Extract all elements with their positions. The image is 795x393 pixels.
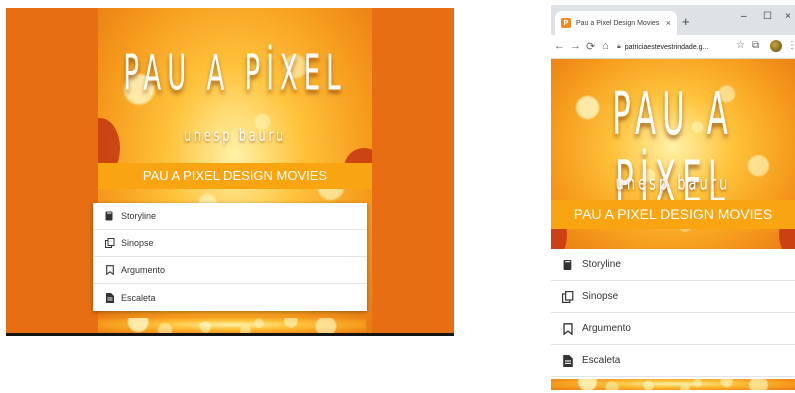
- title-banner: PAU A PIXEL DESIGN MOVIES: [551, 200, 795, 229]
- book-icon: [562, 259, 574, 271]
- tab-close-icon[interactable]: ×: [666, 18, 671, 28]
- maximize-icon[interactable]: ☐: [763, 11, 772, 22]
- poster-bottom-peek: [551, 379, 795, 390]
- book-icon: [104, 211, 115, 222]
- poster-bottom-peek: [98, 318, 366, 333]
- poster-title: PAU A PİXEL: [612, 81, 734, 218]
- menu-item-argumento[interactable]: Argumento: [551, 313, 795, 345]
- tab-title: Pau a Pixel Design Movies: [576, 19, 660, 27]
- address-bar: ← → ⟳ ⌂ 🔒︎ patriciaestevestrindade.g... …: [551, 35, 795, 59]
- favicon-icon: P: [561, 18, 571, 28]
- minimize-icon[interactable]: –: [741, 11, 747, 22]
- menu-item-storyline[interactable]: Storyline: [551, 249, 795, 281]
- left-menu: Storyline Sinopse Argumento Escaleta: [93, 203, 367, 311]
- bookmark-icon: [562, 322, 574, 335]
- home-icon[interactable]: ⌂: [602, 40, 609, 52]
- poster-background: PAU A PİXEL unesp bauru PAU A PIXEL DESI…: [551, 59, 795, 253]
- menu-item-label: Argumento: [121, 265, 166, 275]
- menu-item-label: Argumento: [582, 323, 631, 334]
- more-menu-icon[interactable]: ⋮: [787, 40, 795, 51]
- url-text: patriciaestevestrindade.g...: [624, 43, 709, 51]
- menu-item-escaleta[interactable]: Escaleta: [551, 345, 795, 377]
- poster-subtitle: unesp bauru: [615, 173, 731, 196]
- file-text-icon: [104, 292, 115, 303]
- copy-icon: [104, 238, 115, 249]
- menu-item-sinopse[interactable]: Sinopse: [93, 230, 367, 257]
- menu-item-label: Sinopse: [582, 291, 619, 302]
- back-icon[interactable]: ←: [554, 40, 565, 52]
- close-window-icon[interactable]: ×: [785, 11, 791, 22]
- file-text-icon: [562, 354, 574, 367]
- menu-item-argumento[interactable]: Argumento: [93, 257, 367, 284]
- browser-window: P Pau a Pixel Design Movies × + – ☐ × ← …: [551, 5, 795, 390]
- menu-item-escaleta[interactable]: Escaleta: [93, 284, 367, 311]
- right-menu: Storyline Sinopse Argumento Escaleta: [551, 249, 795, 377]
- menu-item-label: Storyline: [121, 211, 157, 221]
- menu-item-label: Storyline: [582, 259, 621, 270]
- forward-icon[interactable]: →: [570, 40, 581, 52]
- poster-subtitle: unesp bauru: [183, 126, 287, 146]
- tab-bar: P Pau a Pixel Design Movies × + – ☐ ×: [551, 5, 795, 35]
- lock-icon: 🔒︎: [617, 43, 621, 50]
- menu-item-label: Escaleta: [582, 355, 621, 366]
- menu-item-label: Escaleta: [121, 292, 156, 303]
- poster-title: PAU A PİXEL: [123, 46, 347, 103]
- reload-icon[interactable]: ⟳: [586, 40, 595, 53]
- star-icon[interactable]: ☆: [736, 40, 745, 51]
- bookmark-icon: [104, 265, 115, 276]
- profile-avatar-icon[interactable]: [770, 40, 782, 52]
- browser-tab[interactable]: P Pau a Pixel Design Movies ×: [555, 11, 677, 35]
- url-field[interactable]: 🔒︎ patriciaestevestrindade.g...: [617, 39, 735, 55]
- menu-item-storyline[interactable]: Storyline: [93, 203, 367, 230]
- copy-icon: [562, 290, 574, 303]
- menu-item-sinopse[interactable]: Sinopse: [551, 281, 795, 313]
- menu-item-label: Sinopse: [121, 238, 154, 248]
- extension-icon[interactable]: ⧉: [752, 40, 759, 51]
- new-tab-button[interactable]: +: [682, 14, 690, 29]
- title-banner: PAU A PIXEL DESIGN MOVIES: [98, 163, 372, 189]
- bottom-divider: [6, 333, 454, 336]
